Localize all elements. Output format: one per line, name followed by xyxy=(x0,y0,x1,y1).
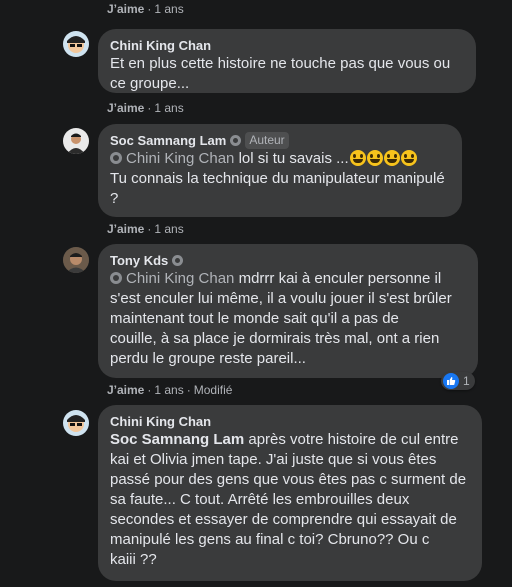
avatar[interactable] xyxy=(63,410,89,436)
comment-bubble: Tony Kds Chini King Chan mdrrr kai à enc… xyxy=(98,244,478,378)
comment-line: manipulé les gens au final c toi? Cbruno… xyxy=(110,531,430,548)
thumbs-up-icon xyxy=(443,373,459,389)
comment-line: Soc Samnang Lam après votre histoire de … xyxy=(110,430,470,450)
comment-time[interactable]: 1 ans xyxy=(154,222,183,236)
comment-author[interactable]: Chini King Chan xyxy=(110,413,211,430)
reaction-count-badge[interactable]: 1 xyxy=(441,372,475,390)
comment-line: passé pour des gens que vous êtes pas c … xyxy=(110,471,467,488)
comment-text: Chini King Chan mdrrr kai à enculer pers… xyxy=(110,269,466,369)
comment-line: ce groupe... xyxy=(110,75,190,92)
comment-line: s'est enculer lui même, il a voulu jouer… xyxy=(110,290,452,307)
comment-author[interactable]: Chini King Chan xyxy=(110,37,211,54)
comment-line: Et en plus cette histoire ne touche pas … xyxy=(110,55,451,72)
laughing-emoji-icon xyxy=(349,150,366,166)
separator: · xyxy=(147,222,152,236)
author-role-badge: Auteur xyxy=(245,132,289,149)
laughing-emoji-icon xyxy=(400,150,417,166)
reaction-count: 1 xyxy=(463,374,470,388)
comment-time[interactable]: 1 ans xyxy=(154,2,183,16)
comment-author[interactable]: Soc Samnang Lam xyxy=(110,132,226,149)
like-link[interactable]: J’aime xyxy=(107,101,144,115)
separator: · xyxy=(186,383,191,397)
mention-icon xyxy=(110,152,122,164)
comment-line-text: lol si tu savais ... xyxy=(234,150,349,167)
like-link[interactable]: J’aime xyxy=(107,2,144,16)
mention-link[interactable]: Chini King Chan xyxy=(126,270,234,287)
comment-line: sa faute... C tout. Arrêté les embrouill… xyxy=(110,491,410,508)
laughing-emoji-icon xyxy=(366,150,383,166)
comment-meta: J’aime · 1 ans xyxy=(107,2,184,16)
comment-bubble: Chini King Chan Soc Samnang Lam après vo… xyxy=(98,405,482,581)
comment-time[interactable]: 1 ans xyxy=(154,383,183,397)
comment-meta: J’aime · 1 ans · Modifié xyxy=(107,383,232,397)
comment-time[interactable]: 1 ans xyxy=(154,101,183,115)
avatar[interactable] xyxy=(63,31,89,57)
comment-line: couille, à sa place je dormirais très ma… xyxy=(110,330,440,347)
comment-author[interactable]: Tony Kds xyxy=(110,252,168,269)
comment-line: kai et Olivia jmen tape. J'ai juste que … xyxy=(110,451,437,468)
comment-bubble: Chini King Chan Et en plus cette histoir… xyxy=(98,29,476,93)
comment-line-text: après votre histoire de cul entre xyxy=(244,431,459,448)
comment-line: Tu connais la technique du manipulateur … xyxy=(110,170,445,187)
mention-link[interactable]: Chini King Chan xyxy=(126,150,234,167)
comment-line: Chini King Chan lol si tu savais ... xyxy=(110,149,450,169)
comment-text: Et en plus cette histoire ne touche pas … xyxy=(110,54,464,94)
separator: · xyxy=(147,383,152,397)
mention-link[interactable]: Soc Samnang Lam xyxy=(110,431,244,448)
comment-meta: J’aime · 1 ans xyxy=(107,101,184,115)
comment-bubble: Soc Samnang Lam Auteur Chini King Chan l… xyxy=(98,124,462,217)
avatar[interactable] xyxy=(63,247,89,273)
comment-text: Soc Samnang Lam après votre histoire de … xyxy=(110,430,470,570)
edited-label[interactable]: Modifié xyxy=(194,383,233,397)
comment-line: Chini King Chan mdrrr kai à enculer pers… xyxy=(110,269,466,289)
avatar[interactable] xyxy=(63,128,89,154)
comment-line: maintenant tout le monde sait qu'il a pa… xyxy=(110,310,399,327)
comment-text: Chini King Chan lol si tu savais ... Tu … xyxy=(110,149,450,209)
badge-icon xyxy=(172,255,184,266)
laughing-emoji-icon xyxy=(383,150,400,166)
separator: · xyxy=(147,101,152,115)
like-link[interactable]: J’aime xyxy=(107,222,144,236)
separator: · xyxy=(147,2,152,16)
comment-line-text: mdrrr kai à enculer personne il xyxy=(234,270,442,287)
like-link[interactable]: J’aime xyxy=(107,383,144,397)
comment-line: kaiii ?? xyxy=(110,551,157,568)
badge-icon xyxy=(230,135,242,146)
comment-line: perdu le groupe reste pareil... xyxy=(110,350,306,367)
comment-meta: J’aime · 1 ans xyxy=(107,222,184,236)
comment-line: ? xyxy=(110,190,119,207)
mention-icon xyxy=(110,272,122,284)
comment-line: secondes et essayer de comprendre qui es… xyxy=(110,511,457,528)
